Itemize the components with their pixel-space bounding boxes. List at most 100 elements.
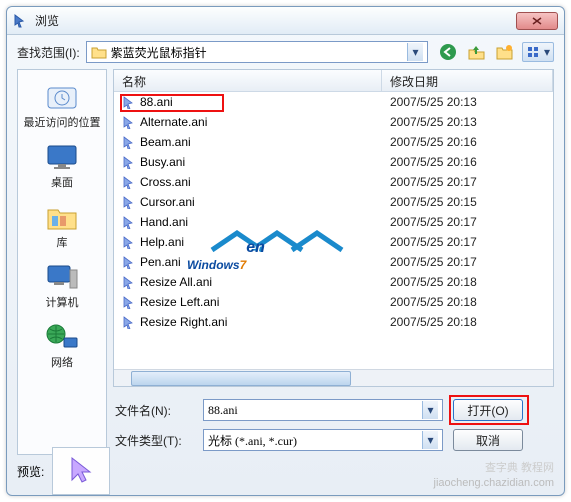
view-menu-button[interactable]: ▾ xyxy=(522,42,554,62)
place-label: 桌面 xyxy=(51,174,73,190)
file-list[interactable]: 名称 修改日期 88.ani2007/5/25 20:13Alternate.a… xyxy=(113,69,554,387)
app-icon xyxy=(13,13,29,29)
file-row[interactable]: 88.ani2007/5/25 20:13 xyxy=(114,92,553,112)
up-button[interactable] xyxy=(466,42,486,62)
place-desktop[interactable]: 桌面 xyxy=(18,138,106,194)
file-date: 2007/5/25 20:18 xyxy=(382,275,553,289)
file-row[interactable]: Beam.ani 2007/5/25 20:16 xyxy=(114,132,553,152)
cursor-file-icon xyxy=(122,175,136,189)
cancel-button[interactable]: 取消 xyxy=(453,429,523,451)
file-row[interactable]: Resize Right.ani 2007/5/25 20:18 xyxy=(114,312,553,332)
new-folder-button[interactable] xyxy=(494,42,514,62)
horizontal-scrollbar[interactable] xyxy=(114,369,553,386)
folder-icon xyxy=(91,45,107,59)
preview-label: 预览: xyxy=(17,459,44,480)
toolbar: 查找范围(I): 紫蓝荧光鼠标指针 ▾ ▾ xyxy=(7,35,564,69)
file-name-label: 文件名(N): xyxy=(113,402,193,419)
place-label: 最近访问的位置 xyxy=(24,114,101,130)
close-button[interactable] xyxy=(516,12,558,30)
view-menu-icon xyxy=(526,45,542,59)
file-row[interactable]: Resize All.ani 2007/5/25 20:18 xyxy=(114,272,553,292)
close-icon xyxy=(531,16,543,26)
place-network[interactable]: 网络 xyxy=(18,318,106,374)
file-type-combo[interactable]: 光标 (*.ani, *.cur) ▾ xyxy=(203,429,443,451)
file-name: Alternate.ani xyxy=(140,115,207,129)
look-in-value: 紫蓝荧光鼠标指针 xyxy=(111,44,207,61)
place-label: 库 xyxy=(57,234,68,250)
cursor-file-icon xyxy=(122,315,136,329)
scrollbar-thumb[interactable] xyxy=(131,371,351,386)
file-row[interactable]: Resize Left.ani 2007/5/25 20:18 xyxy=(114,292,553,312)
file-name: Busy.ani xyxy=(140,155,185,169)
file-name-input[interactable]: 88.ani ▾ xyxy=(203,399,443,421)
file-name: Cursor.ani xyxy=(140,195,195,209)
file-row[interactable]: Cross.ani 2007/5/25 20:17 xyxy=(114,172,553,192)
desktop-icon xyxy=(44,142,80,172)
libraries-icon xyxy=(44,202,80,232)
file-date: 2007/5/25 20:18 xyxy=(382,295,553,309)
window-title: 浏览 xyxy=(35,12,516,29)
file-name-value: 88.ani xyxy=(208,403,238,418)
watermark-source-name: 查字典 教程网 xyxy=(485,459,554,475)
up-icon xyxy=(467,43,485,61)
file-date: 2007/5/25 20:13 xyxy=(382,95,553,109)
file-date: 2007/5/25 20:17 xyxy=(382,215,553,229)
back-button[interactable] xyxy=(438,42,458,62)
places-bar: 最近访问的位置 桌面 库 计算机 网络 xyxy=(17,69,107,455)
browse-dialog: 浏览 查找范围(I): 紫蓝荧光鼠标指针 ▾ ▾ 最近访问的位置 桌面 xyxy=(6,6,565,496)
column-date[interactable]: 修改日期 xyxy=(382,70,553,91)
chevron-down-icon[interactable]: ▾ xyxy=(422,431,438,449)
back-icon xyxy=(439,43,457,61)
file-date: 2007/5/25 20:17 xyxy=(382,235,553,249)
file-name: Pen.ani xyxy=(140,255,181,269)
recent-icon xyxy=(44,82,80,112)
open-button[interactable]: 打开(O) xyxy=(453,399,523,421)
cursor-file-icon xyxy=(122,115,136,129)
cursor-preview-icon xyxy=(66,454,96,488)
file-date: 2007/5/25 20:13 xyxy=(382,115,553,129)
file-row[interactable]: Alternate.ani 2007/5/25 20:13 xyxy=(114,112,553,132)
file-name: Resize All.ani xyxy=(140,275,212,289)
place-computer[interactable]: 计算机 xyxy=(18,258,106,314)
place-label: 计算机 xyxy=(46,294,79,310)
file-name: Beam.ani xyxy=(140,135,191,149)
file-date: 2007/5/25 20:16 xyxy=(382,135,553,149)
chevron-down-icon[interactable]: ▾ xyxy=(407,43,423,61)
chevron-down-icon: ▾ xyxy=(544,45,550,59)
file-row[interactable]: Help.ani 2007/5/25 20:17 xyxy=(114,232,553,252)
cursor-file-icon xyxy=(122,275,136,289)
file-date: 2007/5/25 20:15 xyxy=(382,195,553,209)
file-date: 2007/5/25 20:18 xyxy=(382,315,553,329)
place-libraries[interactable]: 库 xyxy=(18,198,106,254)
network-icon xyxy=(44,322,80,352)
computer-icon xyxy=(44,262,80,292)
place-recent[interactable]: 最近访问的位置 xyxy=(18,78,106,134)
cursor-file-icon xyxy=(122,95,136,109)
watermark-source-url: jiaocheng.chazidian.com xyxy=(434,477,554,489)
file-row[interactable]: Pen.ani 2007/5/25 20:17 xyxy=(114,252,553,272)
file-name: Resize Left.ani xyxy=(140,295,219,309)
chevron-down-icon[interactable]: ▾ xyxy=(422,401,438,419)
file-row[interactable]: Hand.ani 2007/5/25 20:17 xyxy=(114,212,553,232)
file-type-value: 光标 (*.ani, *.cur) xyxy=(208,432,297,449)
title-bar[interactable]: 浏览 xyxy=(7,7,564,35)
file-name: Help.ani xyxy=(140,235,184,249)
file-name: Resize Right.ani xyxy=(140,315,227,329)
look-in-label: 查找范围(I): xyxy=(17,44,80,61)
file-date: 2007/5/25 20:17 xyxy=(382,255,553,269)
preview-box xyxy=(52,447,110,495)
file-date: 2007/5/25 20:16 xyxy=(382,155,553,169)
cursor-file-icon xyxy=(122,295,136,309)
look-in-combo[interactable]: 紫蓝荧光鼠标指针 ▾ xyxy=(86,41,428,63)
cursor-file-icon xyxy=(122,155,136,169)
file-row[interactable]: Busy.ani 2007/5/25 20:16 xyxy=(114,152,553,172)
file-name: Hand.ani xyxy=(140,215,188,229)
file-date: 2007/5/25 20:17 xyxy=(382,175,553,189)
column-headers[interactable]: 名称 修改日期 xyxy=(114,70,553,92)
file-row[interactable]: Cursor.ani 2007/5/25 20:15 xyxy=(114,192,553,212)
column-name[interactable]: 名称 xyxy=(114,70,382,91)
cursor-file-icon xyxy=(122,255,136,269)
cursor-file-icon xyxy=(122,195,136,209)
file-name: Cross.ani xyxy=(140,175,191,189)
place-label: 网络 xyxy=(51,354,73,370)
